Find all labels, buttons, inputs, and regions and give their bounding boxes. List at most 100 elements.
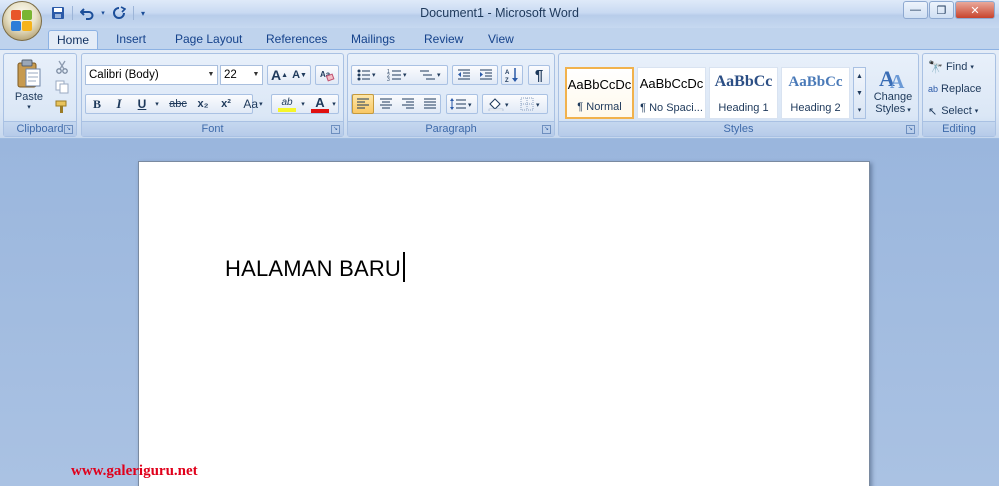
format-painter-icon[interactable]: [52, 98, 72, 116]
font-color-dropdown-icon[interactable]: ▾: [330, 94, 338, 114]
style-no-spacing[interactable]: AaBbCcDc ¶ No Spaci...: [637, 67, 706, 119]
multilevel-list-icon: ▾: [420, 70, 441, 80]
select-button[interactable]: ↖ Select ▾: [927, 101, 993, 121]
paste-button[interactable]: Paste ▾: [9, 58, 49, 112]
style-name: Heading 2: [790, 102, 841, 114]
style-name: ¶ Normal: [577, 101, 622, 113]
styles-group-label: Styles: [559, 121, 918, 136]
sort-icon[interactable]: AZ: [501, 65, 523, 85]
change-styles-label: Change: [873, 91, 913, 103]
more-styles-icon[interactable]: ▾: [858, 102, 862, 119]
align-left-icon[interactable]: [352, 94, 374, 114]
svg-text:A: A: [505, 70, 510, 76]
grow-font-button[interactable]: A: [271, 67, 281, 83]
tab-review[interactable]: Review: [416, 30, 471, 50]
paste-label: Paste: [14, 91, 44, 103]
change-case-button[interactable]: Aa ▾: [238, 94, 268, 114]
superscript-button[interactable]: x²: [215, 94, 237, 114]
chevron-down-icon: ▾: [974, 108, 979, 115]
show-marks-button[interactable]: ¶: [528, 65, 550, 85]
scroll-up-icon[interactable]: ▲: [856, 68, 863, 85]
italic-button[interactable]: I: [109, 94, 129, 114]
tab-page-layout[interactable]: Page Layout: [167, 30, 250, 50]
ribbon: Paste ▾ Clipboard ↘ Calibri (Body) ▼ 22 …: [0, 49, 999, 139]
style-normal[interactable]: AaBbCcDc ¶ Normal: [565, 67, 634, 119]
highlight-dropdown-icon[interactable]: ▾: [299, 94, 307, 114]
numbering-icon: 123▾: [387, 69, 407, 82]
paragraph-launcher-icon[interactable]: ↘: [542, 125, 551, 134]
font-color-bar: [311, 108, 329, 113]
style-heading-1[interactable]: AaBbCc Heading 1: [709, 67, 778, 119]
document-text-line[interactable]: HALAMAN BARU: [225, 252, 405, 282]
font-color-button[interactable]: A: [309, 94, 331, 114]
decrease-indent-icon[interactable]: [454, 65, 474, 85]
svg-text:A: A: [890, 71, 905, 91]
window-title: Document1 - Microsoft Word: [420, 6, 579, 20]
scroll-down-icon[interactable]: ▼: [856, 85, 863, 102]
chevron-down-icon: ▾: [259, 101, 263, 108]
svg-text:▾: ▾: [372, 72, 376, 79]
replace-label: Replace: [941, 83, 982, 95]
clipboard-group: Paste ▾ Clipboard ↘: [3, 53, 77, 137]
clipboard-launcher-icon[interactable]: ↘: [64, 125, 73, 134]
style-heading-2[interactable]: AaBbCc Heading 2: [781, 67, 850, 119]
tab-references[interactable]: References: [258, 30, 335, 50]
styles-launcher-icon[interactable]: ↘: [906, 125, 915, 134]
close-button[interactable]: ✕: [955, 1, 995, 19]
borders-button[interactable]: ▾: [518, 94, 546, 114]
restore-button[interactable]: ❐: [929, 1, 954, 19]
underline-button[interactable]: U: [132, 94, 152, 114]
subscript-button[interactable]: x₂: [192, 94, 214, 114]
find-label: Find: [945, 61, 968, 73]
find-button[interactable]: 🔭 Find ▾: [927, 57, 993, 77]
copy-icon[interactable]: [52, 78, 72, 96]
align-right-icon[interactable]: [397, 94, 419, 114]
underline-dropdown-icon[interactable]: ▾: [152, 94, 162, 114]
chevron-down-icon: ▼: [252, 71, 260, 78]
styles-gallery-scroll[interactable]: ▲ ▼ ▾: [853, 67, 866, 119]
font-size-combo[interactable]: 22 ▼: [220, 65, 263, 85]
minimize-button[interactable]: —: [903, 1, 928, 19]
change-case-label: Aa: [243, 97, 259, 111]
shading-button[interactable]: ▾: [484, 94, 516, 114]
tab-insert[interactable]: Insert: [108, 30, 154, 50]
numbering-button[interactable]: 1 2 3 ▾: [384, 65, 412, 85]
line-spacing-button[interactable]: ▾: [446, 94, 478, 114]
ribbon-tab-row: Home Insert Page Layout References Maili…: [0, 28, 999, 50]
shrink-font-icon: ▼: [300, 71, 307, 79]
tab-mailings[interactable]: Mailings: [343, 30, 403, 50]
style-sample: AaBbCcDc: [639, 76, 704, 91]
svg-text:Z: Z: [505, 78, 509, 83]
cut-icon[interactable]: [52, 58, 72, 76]
multilevel-list-button[interactable]: ▾: [416, 65, 446, 85]
office-button[interactable]: [2, 1, 42, 41]
highlight-button[interactable]: ab: [273, 94, 301, 114]
title-bar: ▾ ▾ Document1 - Microsoft Word — ❐ ✕: [0, 0, 999, 28]
increase-indent-icon[interactable]: [476, 65, 496, 85]
editing-group-label: Editing: [923, 121, 995, 136]
clear-formatting-icon: Aa: [320, 70, 335, 82]
grow-shrink-font-buttons: A ▲ A ▼: [267, 65, 311, 85]
change-styles-button[interactable]: AA Change Styles ▾: [870, 58, 916, 120]
font-launcher-icon[interactable]: ↘: [331, 125, 340, 134]
justify-icon[interactable]: [419, 94, 441, 114]
change-styles-label-2: Styles ▾: [875, 103, 911, 115]
binoculars-icon: 🔭: [928, 60, 943, 74]
bullets-button[interactable]: ▾: [353, 65, 381, 85]
change-styles-icon: AA: [879, 66, 905, 91]
strikethrough-button[interactable]: abc: [166, 94, 190, 114]
tab-home[interactable]: Home: [48, 30, 99, 50]
style-name: ¶ No Spaci...: [640, 102, 703, 114]
borders-icon: ▾: [520, 97, 540, 111]
document-page[interactable]: HALAMAN BARU: [138, 161, 870, 486]
grow-font-icon: ▲: [281, 71, 289, 79]
tab-view[interactable]: View: [480, 30, 522, 50]
bold-button[interactable]: B: [87, 94, 107, 114]
clear-formatting-button[interactable]: Aa: [315, 65, 339, 85]
font-family-combo[interactable]: Calibri (Body) ▼: [85, 65, 218, 85]
align-center-icon[interactable]: [375, 94, 397, 114]
styles-group: AaBbCcDc ¶ Normal AaBbCcDc ¶ No Spaci...…: [558, 53, 919, 137]
shrink-font-button[interactable]: A: [292, 69, 300, 81]
editing-group: 🔭 Find ▾ ab Replace ↖ Select ▾ Editing: [922, 53, 996, 137]
replace-button[interactable]: ab Replace: [927, 79, 993, 99]
